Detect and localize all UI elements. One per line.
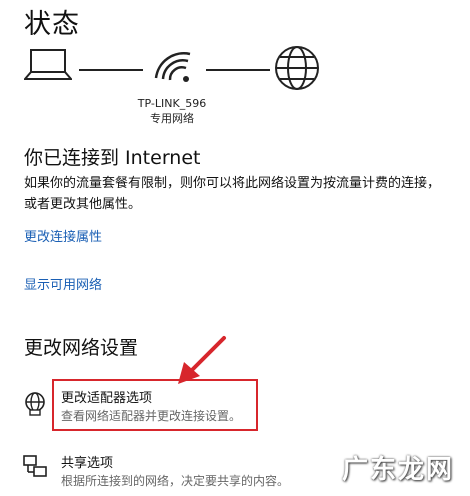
show-available-networks-link[interactable]: 显示可用网络 <box>24 274 102 293</box>
connection-description: 如果你的流量套餐有限制，则你可以将此网络设置为按流量计费的连接，或者更改其他属性… <box>24 176 441 212</box>
sharing-options-subtitle: 根据所连接到的网络，决定要共享的内容。 <box>61 474 290 488</box>
wifi-icon <box>154 52 191 82</box>
network-name: TP-LINK_596 <box>137 97 207 110</box>
ethernet-globe-icon <box>25 392 45 416</box>
page-title: 状态 <box>24 9 80 40</box>
change-network-settings-title: 更改网络设置 <box>24 337 139 359</box>
connection-line-left <box>79 69 143 71</box>
sharing-icon <box>23 455 47 477</box>
globe-icon <box>275 46 319 90</box>
connection-line-right <box>206 69 270 71</box>
annotation-arrow <box>178 336 226 384</box>
connection-headline: 你已连接到 Internet <box>24 147 201 169</box>
network-type: 专用网络 <box>150 112 194 125</box>
network-diagram <box>24 44 324 94</box>
laptop-icon <box>24 49 72 80</box>
network-label: TP-LINK_596 专用网络 <box>120 96 224 126</box>
change-connection-properties-link[interactable]: 更改连接属性 <box>24 226 102 245</box>
sharing-options-item[interactable]: 共享选项 根据所连接到的网络，决定要共享的内容。 <box>20 448 320 492</box>
watermark-text: 广东龙网 <box>341 455 454 485</box>
sharing-options-title: 共享选项 <box>61 456 114 471</box>
